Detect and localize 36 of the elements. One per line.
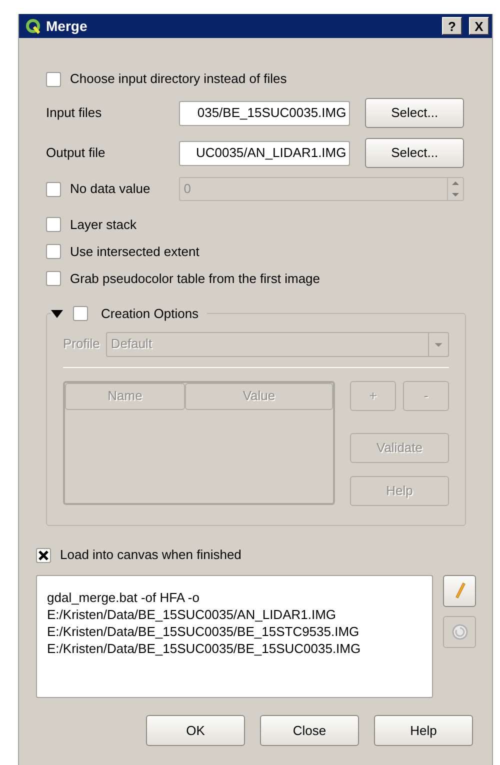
- checkbox[interactable]: [46, 244, 61, 259]
- checkbox-label: Layer stack: [70, 216, 136, 234]
- checkbox[interactable]: [46, 271, 61, 286]
- command-text-area[interactable]: gdal_merge.bat -of HFA -o E:/Kristen/Data/BE_15SUC0035/AN_LIDAR1.IMG E:/Kristen/Data/BE_15SUC0035/BE_15STC9535.IMG E:/Kristen/Data/BE_15SUC0035/BE_15SUC0035.IMG: [36, 575, 433, 698]
- field-label: Output file: [46, 144, 106, 162]
- field-label: Input files: [46, 104, 103, 122]
- dialog-button[interactable]: Close: [260, 715, 359, 746]
- group-title: Creation Options: [101, 305, 199, 323]
- command-line: E:/Kristen/Data/BE_15SUC0035/BE_15SUC0035.IMG: [47, 640, 362, 657]
- checkbox[interactable]: [36, 548, 51, 562]
- title-close-button[interactable]: X: [469, 17, 489, 35]
- select-button[interactable]: Select...: [365, 98, 464, 128]
- reset-button[interactable]: [443, 616, 476, 648]
- command-line: E:/Kristen/Data/BE_15SUC0035/BE_15STC9535.IMG: [47, 623, 360, 640]
- dialog-button[interactable]: OK: [146, 715, 245, 746]
- path-field[interactable]: 035/BE_15SUC0035.IMG: [178, 100, 350, 126]
- checkbox[interactable]: [73, 306, 88, 322]
- checkbox-label: Load into canvas when finished: [60, 546, 242, 564]
- checkbox[interactable]: [46, 217, 61, 232]
- app-logo-icon: [25, 18, 41, 34]
- checkbox-label: Use intersected extent: [70, 242, 200, 261]
- path-field[interactable]: UC0035/AN_LIDAR1.IMG: [178, 140, 350, 166]
- window-title: Merge: [46, 16, 88, 36]
- checkbox-label: Grab pseudocolor table from the first image: [70, 270, 320, 288]
- title-help-button[interactable]: ?: [442, 17, 462, 35]
- checkbox[interactable]: [46, 182, 61, 196]
- edit-button[interactable]: [443, 575, 476, 607]
- checkbox-label: No data value: [70, 180, 150, 198]
- command-line: gdal_merge.bat -of HFA -o: [47, 589, 200, 606]
- select-button[interactable]: Select...: [365, 138, 464, 168]
- command-line: E:/Kristen/Data/BE_15SUC0035/AN_LIDAR1.IMG: [47, 606, 338, 623]
- expand-arrow-icon[interactable]: [51, 308, 63, 319]
- checkbox-label: Choose input directory instead of files: [70, 70, 287, 88]
- checkbox[interactable]: [46, 72, 61, 86]
- profile-label: Profile: [63, 335, 100, 354]
- dialog-button[interactable]: Help: [374, 715, 473, 746]
